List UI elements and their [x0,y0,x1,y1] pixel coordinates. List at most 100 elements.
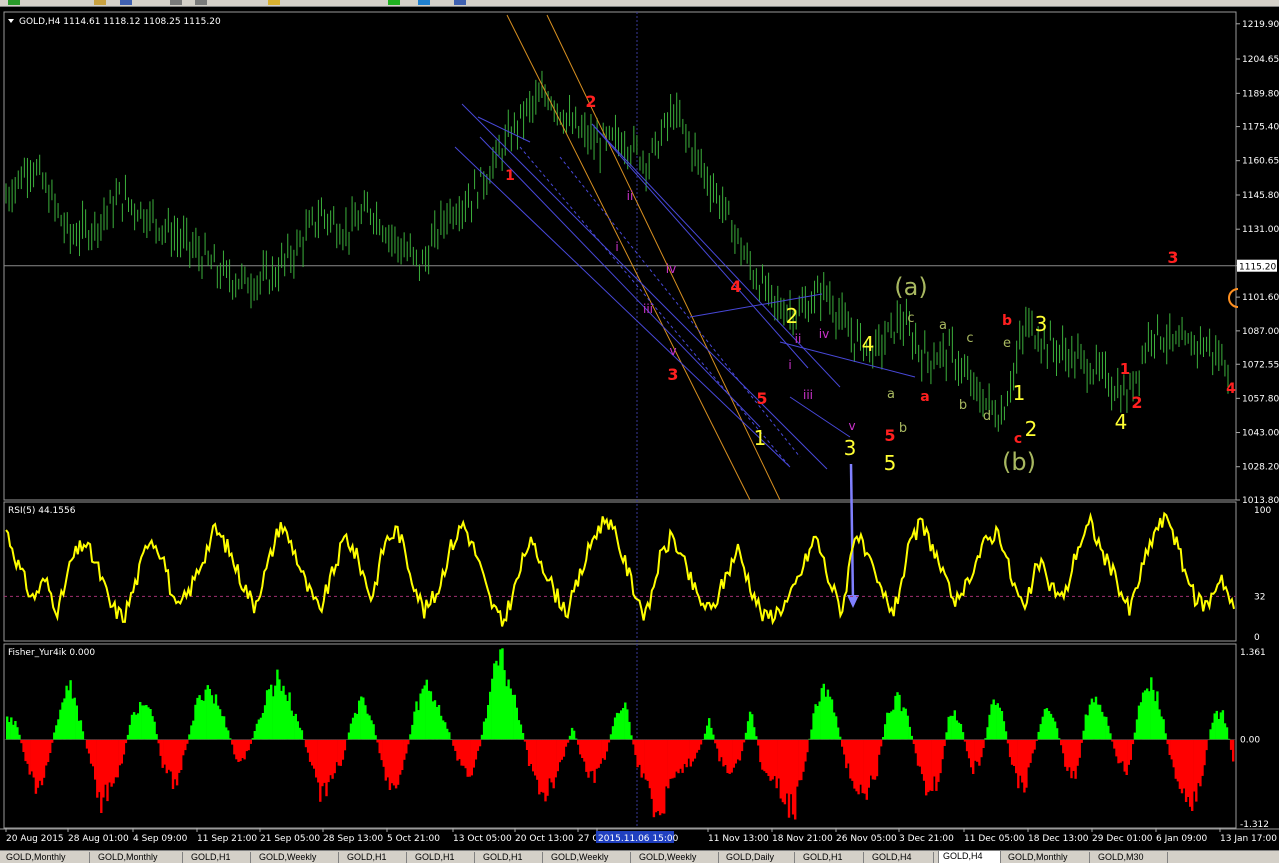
fisher-bar [1056,728,1058,739]
wave-label: 2 [1025,417,1038,441]
wave-label: 3 [667,365,678,384]
zoom-in-button[interactable] [170,0,182,5]
pencil-icon[interactable] [268,0,280,5]
fisher-bar [59,710,61,740]
fisher-bar [888,713,890,740]
fisher-bar [446,729,448,740]
fisher-bar [485,718,487,739]
fisher-bar [458,740,460,760]
fisher-bar [647,740,649,781]
crosshair-time-label: 2015.11.06 15:00 [598,834,679,844]
fisher-bar [354,713,356,740]
chart-tab[interactable]: GOLD,Weekly [255,852,339,863]
fisher-bar [626,709,628,739]
new-chart-button[interactable] [8,0,20,5]
save-button[interactable] [120,0,132,5]
open-folder-button[interactable] [94,0,106,5]
fisher-bar [1156,691,1158,739]
chart-tab[interactable]: GOLD,Monthly [94,852,183,863]
fisher-bar [248,740,250,751]
fisher-bar [1091,699,1093,740]
fisher-bar [178,740,180,773]
fisher-bar [1052,718,1054,740]
fisher-bar [243,740,245,760]
fisher-bar [385,740,387,781]
wave-label: 3 [1035,312,1048,336]
fisher-bar [604,740,606,760]
price-tick-label: 1072.55 [1242,360,1279,370]
fisher-bar [1138,706,1140,740]
fisher-bar [731,740,733,773]
fisher-bar [600,740,602,764]
fisher-bar [857,740,859,795]
fisher-bar [454,740,456,751]
price-tick-label: 1013.80 [1242,496,1279,506]
fisher-bar [810,730,812,740]
chart-tab[interactable]: GOLD,Monthly [2,852,90,863]
chart-canvas[interactable]: GOLD,H4 1114.61 1118.12 1108.25 1115.20 … [0,7,1279,850]
wave-label: 2 [1131,393,1142,412]
fisher-bar [555,740,557,778]
fisher-bar [16,727,18,739]
chart-tab[interactable]: GOLD,H1 [799,852,864,863]
chart-tab[interactable]: GOLD,Monthly [1004,852,1090,863]
fisher-bar [1152,690,1154,740]
fisher-bar [121,740,123,764]
fisher-bar [876,740,878,777]
time-tick-label: 6 Jan 09:00 [1156,834,1208,844]
fisher-bar [33,740,35,778]
fisher-bar [235,740,237,760]
time-tick-label: 20 Oct 13:00 [515,834,574,844]
fisher-bar [415,701,417,739]
fisher-bar [1209,729,1211,739]
fisher-bar [370,720,372,739]
fisher-bar [419,694,421,740]
fisher-bar [520,725,522,740]
fisher-bar [608,740,610,743]
fisher-bar [151,716,153,740]
chart-tab[interactable]: GOLD,M30 [1094,852,1168,863]
fisher-bar [340,740,342,766]
rsi-tick-label: 0 [1254,633,1260,643]
current-price-label: 1115.20 [1239,263,1276,273]
fisher-bar [581,740,583,758]
fisher-bar [923,740,925,781]
fisher-bar [929,740,931,791]
fisher-bar [669,740,671,779]
chart-tab[interactable]: GOLD,H4 [938,851,1001,863]
chart-tab[interactable]: GOLD,H1 [479,852,543,863]
time-tick-label: 18 Dec 13:00 [1028,834,1089,844]
fisher-bar [665,740,667,787]
chart-tab[interactable]: GOLD,H4 [868,852,934,863]
wave-label: 4 [1226,381,1236,397]
zoom-out-button[interactable] [195,0,207,5]
fisher-bar [1033,740,1035,750]
chart-tab[interactable]: GOLD,H1 [343,852,407,863]
chart-tab[interactable]: GOLD,Weekly [635,852,719,863]
fisher-bar [442,720,444,739]
autoscroll-icon[interactable] [418,0,430,5]
wave-label: c [1014,431,1022,447]
fisher-bar [622,708,624,740]
fisher-bar [1107,726,1109,740]
fisher-bar [393,740,395,786]
price-tick-label: 1160.65 [1242,157,1279,167]
chart-tab[interactable]: GOLD,Daily [722,852,795,863]
fisher-bar [1226,727,1228,739]
price-tick-label: 1028.20 [1242,463,1279,473]
chart-tab[interactable]: GOLD,Weekly [547,852,631,863]
fisher-bar [117,740,119,778]
chart-tab[interactable]: GOLD,H1 [411,852,475,863]
fisher-bar [739,740,741,761]
fisher-bar [1015,740,1017,774]
fisher-bar [1095,697,1097,740]
plus-icon[interactable] [388,0,400,5]
fisher-bar [954,710,956,739]
chart-tab[interactable]: GOLD,H1 [187,852,251,863]
fisher-bar [315,740,317,778]
chart-window[interactable]: GOLD,H4 1114.61 1118.12 1108.25 1115.20 … [0,7,1279,850]
fisher-bar [1214,713,1216,739]
fisher-bar [1230,740,1232,750]
properties-icon[interactable] [454,0,466,5]
wave-label: 1 [505,168,515,184]
